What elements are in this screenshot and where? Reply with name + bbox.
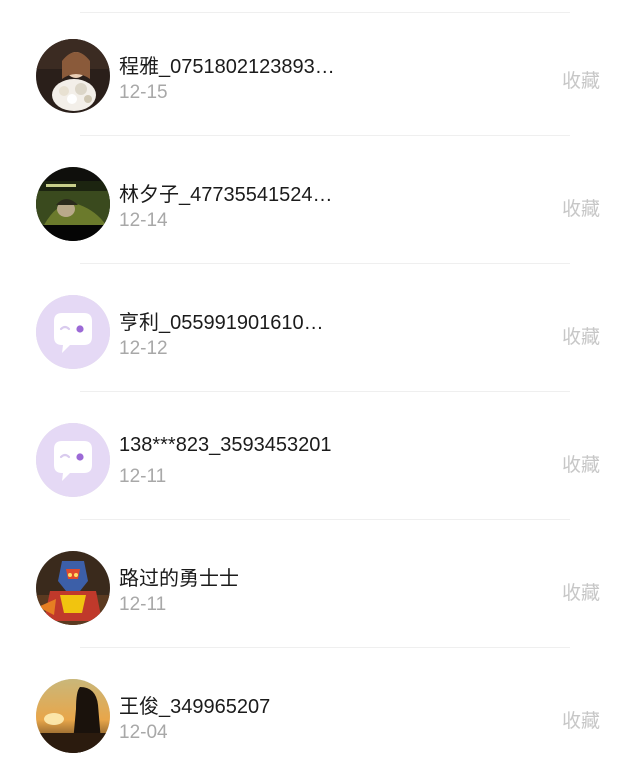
sunset-silhouette-photo-icon xyxy=(36,679,110,753)
contact-name: 路过的勇士士 xyxy=(119,568,239,590)
list-item[interactable]: 路过的勇士士 12-11 收藏 xyxy=(0,520,640,648)
default-chat-avatar-icon xyxy=(36,423,110,497)
contact-name: 林夕子_47735541524… xyxy=(119,184,333,206)
contact-date: 12-11 xyxy=(119,594,167,615)
avatar[interactable] xyxy=(36,551,110,625)
avatar[interactable] xyxy=(36,295,110,369)
contact-list: 程雅_0751802123893… 12-15 收藏 林夕子_477355415… xyxy=(0,0,640,760)
favorite-button[interactable]: 收藏 xyxy=(562,322,600,349)
contact-name: 亨利_055991901610… xyxy=(119,312,324,334)
contact-name: 王俊_349965207 xyxy=(119,696,271,718)
contact-date: 12-04 xyxy=(119,722,168,743)
contact-name: 程雅_0751802123893… xyxy=(119,56,335,78)
avatar[interactable] xyxy=(36,423,110,497)
contact-date: 12-15 xyxy=(119,82,168,103)
list-item[interactable]: 林夕子_47735541524… 12-14 收藏 xyxy=(0,136,640,264)
girl-with-flowers-photo-icon xyxy=(36,39,110,113)
list-item[interactable]: 亨利_055991901610… 12-12 收藏 xyxy=(0,264,640,392)
list-item[interactable]: 王俊_349965207 12-04 收藏 xyxy=(0,648,640,776)
favorite-button[interactable]: 收藏 xyxy=(562,706,600,733)
favorite-button[interactable]: 收藏 xyxy=(562,578,600,605)
contact-date: 12-12 xyxy=(119,338,168,359)
favorite-button[interactable]: 收藏 xyxy=(562,450,600,477)
avatar[interactable] xyxy=(36,39,110,113)
favorite-button[interactable]: 收藏 xyxy=(562,194,600,221)
contact-date: 12-11 xyxy=(119,466,167,487)
avatar[interactable] xyxy=(36,679,110,753)
list-item[interactable]: 程雅_0751802123893… 12-15 收藏 xyxy=(0,8,640,136)
avatar[interactable] xyxy=(36,167,110,241)
list-item[interactable]: 138***823_3593453201 12-11 收藏 xyxy=(0,392,640,520)
armored-hero-photo-icon xyxy=(36,551,110,625)
default-chat-avatar-icon xyxy=(36,295,110,369)
favorite-button[interactable]: 收藏 xyxy=(562,66,600,93)
contact-name: 138***823_3593453201 xyxy=(119,434,332,456)
anime-scene-photo-icon xyxy=(36,167,110,241)
contact-date: 12-14 xyxy=(119,210,168,231)
